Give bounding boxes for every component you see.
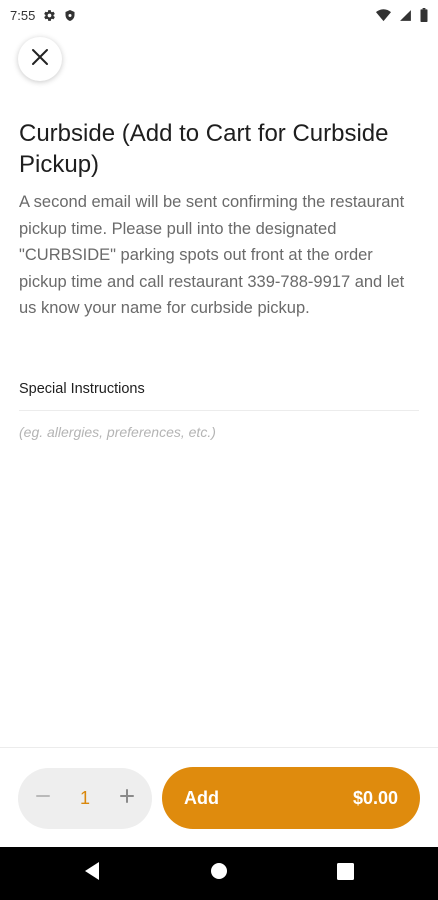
minus-icon (36, 789, 50, 808)
quantity-value: 1 (79, 788, 90, 808)
item-description: A second email will be sent confirming t… (19, 193, 405, 318)
footer-divider (0, 747, 438, 748)
navigation-bar (0, 847, 438, 900)
status-left: 7:55 (10, 8, 76, 23)
close-button[interactable] (18, 37, 62, 81)
signal-icon (399, 9, 412, 22)
status-right (376, 8, 428, 22)
decrement-button[interactable] (32, 788, 54, 810)
special-instructions-input[interactable] (19, 420, 419, 444)
plus-icon (119, 789, 134, 808)
home-button[interactable] (189, 847, 249, 900)
close-icon (31, 48, 49, 71)
add-label: Add (184, 787, 219, 808)
home-icon (210, 862, 228, 885)
wifi-icon (376, 8, 391, 22)
status-bar: 7:55 (0, 0, 438, 30)
item-title: Curbside (Add to Cart for Curbside Picku… (19, 120, 389, 178)
back-button[interactable] (62, 847, 122, 900)
recents-button[interactable] (315, 847, 375, 900)
gear-icon (43, 9, 56, 22)
shield-icon (64, 9, 76, 22)
quantity-stepper: 1 (18, 768, 152, 829)
increment-button[interactable] (116, 788, 138, 810)
price-label: $0.00 (352, 787, 398, 808)
add-to-cart-button[interactable]: Add $0.00 (162, 767, 420, 829)
recents-icon (336, 862, 354, 885)
status-time: 7:55 (10, 7, 36, 23)
back-icon (83, 861, 101, 886)
special-instructions-label: Special Instructions (19, 381, 145, 397)
divider (19, 410, 419, 411)
battery-icon (420, 8, 428, 22)
